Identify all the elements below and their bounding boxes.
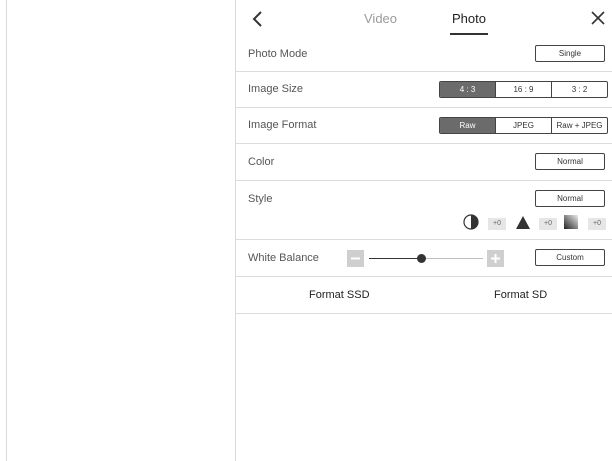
image-size-option-3-2[interactable]: 3 : 2 bbox=[551, 82, 607, 97]
settings-panel: Video Photo Photo Mode Single Image Size… bbox=[236, 0, 612, 461]
wb-decrease-button[interactable] bbox=[347, 250, 364, 267]
panel-header: Video Photo bbox=[236, 0, 612, 37]
image-format-option-jpeg[interactable]: JPEG bbox=[495, 118, 551, 133]
format-sd-button[interactable]: Format SD bbox=[494, 289, 547, 301]
image-format-option-raw[interactable]: Raw bbox=[440, 118, 495, 133]
sharpness-value[interactable]: +0 bbox=[539, 218, 557, 230]
active-tab-indicator bbox=[450, 33, 488, 35]
image-size-option-4-3[interactable]: 4 : 3 bbox=[440, 82, 495, 97]
color-label: Color bbox=[248, 156, 275, 168]
format-row bbox=[236, 277, 612, 314]
wb-slider-fill bbox=[369, 258, 421, 259]
wb-slider-track[interactable] bbox=[421, 258, 483, 259]
white-balance-select[interactable]: Custom bbox=[535, 249, 605, 266]
sharpness-icon bbox=[516, 216, 530, 229]
close-icon[interactable] bbox=[590, 10, 606, 26]
color-select[interactable]: Normal bbox=[535, 153, 605, 170]
photo-mode-label: Photo Mode bbox=[248, 48, 308, 60]
tab-photo[interactable]: Photo bbox=[452, 11, 486, 26]
saturation-value[interactable]: +0 bbox=[588, 218, 606, 230]
image-format-selector: Raw JPEG Raw + JPEG bbox=[439, 117, 608, 134]
image-format-option-raw-jpeg[interactable]: Raw + JPEG bbox=[551, 118, 607, 133]
white-balance-label: White Balance bbox=[248, 252, 319, 264]
photo-mode-row: Photo Mode Single bbox=[236, 37, 612, 72]
color-row: Color Normal bbox=[236, 144, 612, 181]
image-format-label: Image Format bbox=[248, 119, 317, 131]
image-size-label: Image Size bbox=[248, 83, 304, 95]
style-select[interactable]: Normal bbox=[535, 190, 605, 207]
minus-icon bbox=[351, 257, 360, 260]
image-size-selector: 4 : 3 16 : 9 3 : 2 bbox=[439, 81, 608, 98]
back-arrow-icon[interactable] bbox=[250, 10, 264, 28]
tab-video[interactable]: Video bbox=[364, 11, 397, 26]
plus-icon bbox=[491, 254, 500, 263]
contrast-value[interactable]: +0 bbox=[488, 218, 506, 230]
format-ssd-button[interactable]: Format SSD bbox=[309, 289, 370, 301]
photo-mode-select[interactable]: Single bbox=[535, 45, 605, 62]
wb-increase-button[interactable] bbox=[487, 250, 504, 267]
wb-slider-knob[interactable] bbox=[417, 254, 426, 263]
contrast-icon bbox=[463, 214, 479, 230]
image-format-row: Image Format Raw JPEG Raw + JPEG bbox=[236, 108, 612, 144]
image-size-row: Image Size 4 : 3 16 : 9 3 : 2 bbox=[236, 72, 612, 108]
image-size-option-16-9[interactable]: 16 : 9 bbox=[495, 82, 551, 97]
style-label: Style bbox=[248, 193, 273, 205]
left-pane bbox=[6, 0, 236, 461]
style-row: Style Normal bbox=[236, 181, 612, 240]
saturation-icon bbox=[564, 215, 578, 229]
